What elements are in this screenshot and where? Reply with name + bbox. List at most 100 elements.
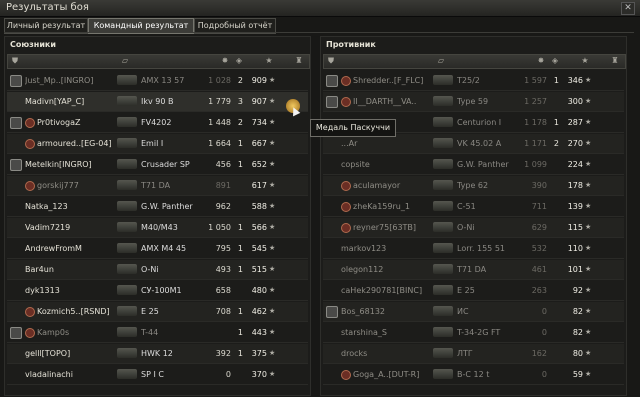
- xp-value: 545: [251, 244, 267, 253]
- tank-name: AMX M4 45: [141, 244, 187, 253]
- player-name[interactable]: Shredder..[F_FLC]: [353, 71, 433, 90]
- tank-name: Type 62: [457, 181, 489, 190]
- player-name[interactable]: Just_Mp..[INGRO]: [25, 71, 115, 90]
- kills-value: 1: [553, 118, 559, 127]
- tank-image: [117, 134, 137, 153]
- table-row[interactable]: caHek290781[BINC] E 25 263 92 ★: [323, 281, 624, 301]
- player-name[interactable]: Goga_A..[DUT-R]: [353, 365, 433, 384]
- platoon-badge-icon: [10, 75, 22, 87]
- player-name[interactable]: vladalinachi: [25, 365, 115, 384]
- damage-value: 1 178: [524, 118, 547, 127]
- platoon-icon[interactable]: ⛊: [326, 56, 336, 66]
- table-row[interactable]: Metelkin[INGRO] Crusader SP 456 1 652 ★: [7, 155, 308, 175]
- table-row[interactable]: Madivn[YAP_C] Ikv 90 B 1 779 3 907 ★: [7, 92, 308, 112]
- platoon-badge-icon: [326, 96, 338, 108]
- xp-value: 667: [251, 139, 267, 148]
- table-row[interactable]: AndrewFromM AMX M4 45 795 1 545 ★: [7, 239, 308, 259]
- tank-name: FV4202: [141, 118, 172, 127]
- table-row[interactable]: aculamayor Type 62 390 178 ★: [323, 176, 624, 196]
- damage-icon[interactable]: ✸: [220, 56, 230, 66]
- kills-value: [545, 260, 559, 279]
- table-row[interactable]: drocks ЛТГ 162 80 ★: [323, 344, 624, 364]
- player-name[interactable]: II__DARTH__VA..: [353, 92, 433, 111]
- xp-star-icon: ★: [269, 160, 276, 168]
- player-name[interactable]: reyner75[63TB]: [353, 218, 433, 237]
- player-name[interactable]: Natka_123: [25, 197, 115, 216]
- player-name[interactable]: Madivn[YAP_C]: [25, 92, 115, 111]
- kills-value: [545, 92, 559, 111]
- player-name[interactable]: zheKa159ru_1: [353, 197, 433, 216]
- player-name[interactable]: caHek290781[BINC]: [341, 281, 431, 300]
- table-row[interactable]: Shredder..[F_FLC] T25/2 1 597 1 346 ★: [323, 71, 624, 91]
- player-name[interactable]: Pr0tivogaZ: [37, 113, 117, 132]
- xp-value: 92: [572, 286, 583, 295]
- xp-star-icon[interactable]: ★: [264, 56, 274, 66]
- damage-icon[interactable]: ✸: [536, 56, 546, 66]
- player-name[interactable]: olegon112: [341, 260, 431, 279]
- table-row[interactable]: Goga_A..[DUT-R] B-C 12 t 0 59 ★: [323, 365, 624, 385]
- xp-star-icon: ★: [585, 118, 592, 126]
- table-row[interactable]: Kamp0s T-44 1 443 ★: [7, 323, 308, 343]
- table-row[interactable]: gorskij777 T71 DA 891 617 ★: [7, 176, 308, 196]
- player-name[interactable]: AndrewFromM: [25, 239, 115, 258]
- table-row[interactable]: Bos_68132 ИС 0 82 ★: [323, 302, 624, 322]
- table-row[interactable]: Vadim7219 M40/M43 1 050 1 566 ★: [7, 218, 308, 238]
- table-row[interactable]: starshina_S T-34-2G FT 0 82 ★: [323, 323, 624, 343]
- table-row[interactable]: dyk1313 СУ-100М1 658 480 ★: [7, 281, 308, 301]
- medal-icon[interactable]: ♜: [294, 56, 304, 66]
- table-row[interactable]: Natka_123 G.W. Panther 962 588 ★: [7, 197, 308, 217]
- platoon-icon[interactable]: ⛊: [10, 56, 20, 66]
- player-name[interactable]: armoured..[EG-04]: [37, 134, 117, 153]
- player-name[interactable]: Kozmich5..[RSND]: [37, 302, 117, 321]
- table-row[interactable]: Pr0tivogaZ FV4202 1 448 2 734 ★: [7, 113, 308, 133]
- player-name[interactable]: Vadim7219: [25, 218, 115, 237]
- table-row[interactable]: zheKa159ru_1 C-51 711 139 ★: [323, 197, 624, 217]
- kills-value: 1: [553, 76, 559, 85]
- tank-image: [433, 344, 453, 363]
- player-name[interactable]: starshina_S: [341, 323, 431, 342]
- damage-value: 0: [541, 307, 547, 316]
- player-name[interactable]: aculamayor: [353, 176, 433, 195]
- player-name[interactable]: Bos_68132: [341, 302, 431, 321]
- table-row[interactable]: Kozmich5..[RSND] E 25 708 1 462 ★: [7, 302, 308, 322]
- table-row[interactable]: Bar4un O-Ni 493 1 515 ★: [7, 260, 308, 280]
- player-name[interactable]: markov123: [341, 239, 431, 258]
- player-name[interactable]: copsite: [341, 155, 431, 174]
- damage-value: 1 448: [208, 118, 231, 127]
- table-row[interactable]: Just_Mp..[INGRO] AMX 13 57 1 028 2 909 ★: [7, 71, 308, 91]
- close-icon[interactable]: ✕: [621, 2, 635, 15]
- damage-value: 162: [531, 349, 547, 358]
- kills-value: 1: [237, 223, 243, 232]
- table-row[interactable]: II__DARTH__VA.. Type 59 1 257 300 ★: [323, 92, 624, 112]
- kills-icon[interactable]: ◈: [234, 56, 244, 66]
- damage-value: 1 664: [208, 139, 231, 148]
- kills-icon[interactable]: ◈: [550, 56, 560, 66]
- player-name[interactable]: Kamp0s: [37, 323, 117, 342]
- medal-icon[interactable]: ♜: [610, 56, 620, 66]
- xp-star-icon: ★: [269, 76, 276, 84]
- player-name[interactable]: gelll[TOPO]: [25, 344, 115, 363]
- platoon-badge-icon: [326, 75, 338, 87]
- xp-value: 443: [251, 328, 267, 337]
- table-row[interactable]: vladalinachi SP I C 0 370 ★: [7, 365, 308, 385]
- player-name[interactable]: drocks: [341, 344, 431, 363]
- tank-icon[interactable]: ▱: [436, 56, 446, 66]
- table-row[interactable]: copsite G.W. Panther 1 099 224 ★: [323, 155, 624, 175]
- table-row[interactable]: gelll[TOPO] HWK 12 392 1 375 ★: [7, 344, 308, 364]
- xp-star-icon: ★: [269, 118, 276, 126]
- table-row[interactable]: reyner75[63TB] O-Ni 629 115 ★: [323, 218, 624, 238]
- xp-star-icon[interactable]: ★: [580, 56, 590, 66]
- xp-star-icon: ★: [585, 328, 592, 336]
- enemies-title: Противник: [326, 40, 376, 49]
- player-name[interactable]: Metelkin[INGRO]: [25, 155, 115, 174]
- table-row[interactable]: markov123 Lorr. 155 51 532 110 ★: [323, 239, 624, 259]
- kills-value: [229, 197, 243, 216]
- table-row[interactable]: ...Ar VK 45.02 A1 171 2 270 ★: [323, 134, 624, 154]
- xp-value: 909: [251, 76, 267, 85]
- tank-icon[interactable]: ▱: [120, 56, 130, 66]
- table-row[interactable]: olegon112 T71 DA 461 101 ★: [323, 260, 624, 280]
- player-name[interactable]: Bar4un: [25, 260, 115, 279]
- table-row[interactable]: armoured..[EG-04] Emil I 1 664 1 667 ★: [7, 134, 308, 154]
- player-name[interactable]: gorskij777: [37, 176, 117, 195]
- player-name[interactable]: dyk1313: [25, 281, 115, 300]
